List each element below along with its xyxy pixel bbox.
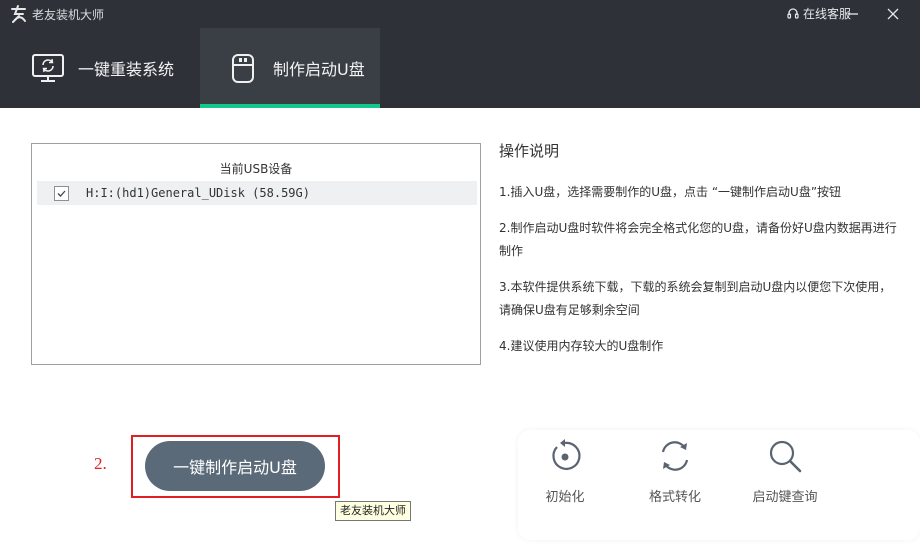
tab-bar: 一键重装系统 制作启动U盘 <box>0 28 920 108</box>
instruction-item: 2.制作启动U盘时软件将会完全格式化您的U盘，请备份好U盘内数据再进行制作 <box>499 221 897 258</box>
convert-icon <box>661 441 689 471</box>
device-label: H:I:(hd1)General_UDisk (58.59G) <box>86 186 310 200</box>
minimize-icon[interactable] <box>838 0 868 28</box>
active-tab-indicator <box>200 104 380 108</box>
reset-icon <box>552 439 581 470</box>
reset-label: 初始化 <box>545 490 585 505</box>
format-convert-button[interactable]: 格式转化 <box>625 438 725 505</box>
device-checkbox[interactable] <box>54 185 69 201</box>
format-convert-label: 格式转化 <box>648 490 701 505</box>
annotation-step-2: 2. <box>94 454 107 473</box>
device-list-header: 当前USB设备 <box>219 162 293 176</box>
instruction-item: 3.本软件提供系统下载，下载的系统会复制到启动U盘内以便您下次使用，请确保U盘有… <box>499 280 892 317</box>
make-usb-button[interactable]: 一键制作启动U盘 <box>145 441 325 491</box>
headset-icon <box>787 7 799 19</box>
boot-key-query-label: 启动键查询 <box>752 490 818 505</box>
tab-reinstall-system[interactable]: 一键重装系统 <box>30 28 200 108</box>
instruction-item: 1.插入U盘，选择需要制作的U盘，点击 “一键制作启动U盘”按钮 <box>499 185 842 199</box>
search-icon <box>769 440 802 473</box>
instruction-item: 4.建议使用内存较大的U盘制作 <box>499 339 664 353</box>
usb-drive-icon <box>232 54 254 83</box>
tooltip: 老友装机大师 <box>335 501 411 521</box>
usb-device-list: 当前USB设备 H:I:(hd1)General_UDisk (58.59G) <box>31 143 481 365</box>
tab-reinstall-label: 一键重装系统 <box>78 60 175 79</box>
tab-make-usb-label: 制作启动U盘 <box>273 60 365 79</box>
tab-make-usb[interactable]: 制作启动U盘 <box>200 28 380 108</box>
boot-key-query-button[interactable]: 启动键查询 <box>735 438 835 505</box>
title-bar: 老友装机大师 在线客服 <box>0 0 920 28</box>
instructions-title: 操作说明 <box>499 142 560 160</box>
device-row[interactable]: H:I:(hd1)General_UDisk (58.59G) <box>37 181 477 205</box>
reset-button[interactable]: 初始化 <box>515 438 615 505</box>
instructions-panel: 操作说明 1.插入U盘，选择需要制作的U盘，点击 “一键制作启动U盘”按钮 2.… <box>499 140 899 371</box>
app-window: 老友装机大师 在线客服 一键重装系统 制作启动U盘 当前USB设备 H:I:(h… <box>0 0 920 560</box>
checkmark-icon <box>57 190 66 197</box>
close-icon[interactable] <box>878 0 908 28</box>
app-title: 老友装机大师 <box>32 8 105 22</box>
app-logo-icon <box>11 5 26 23</box>
monitor-refresh-icon <box>32 54 64 82</box>
